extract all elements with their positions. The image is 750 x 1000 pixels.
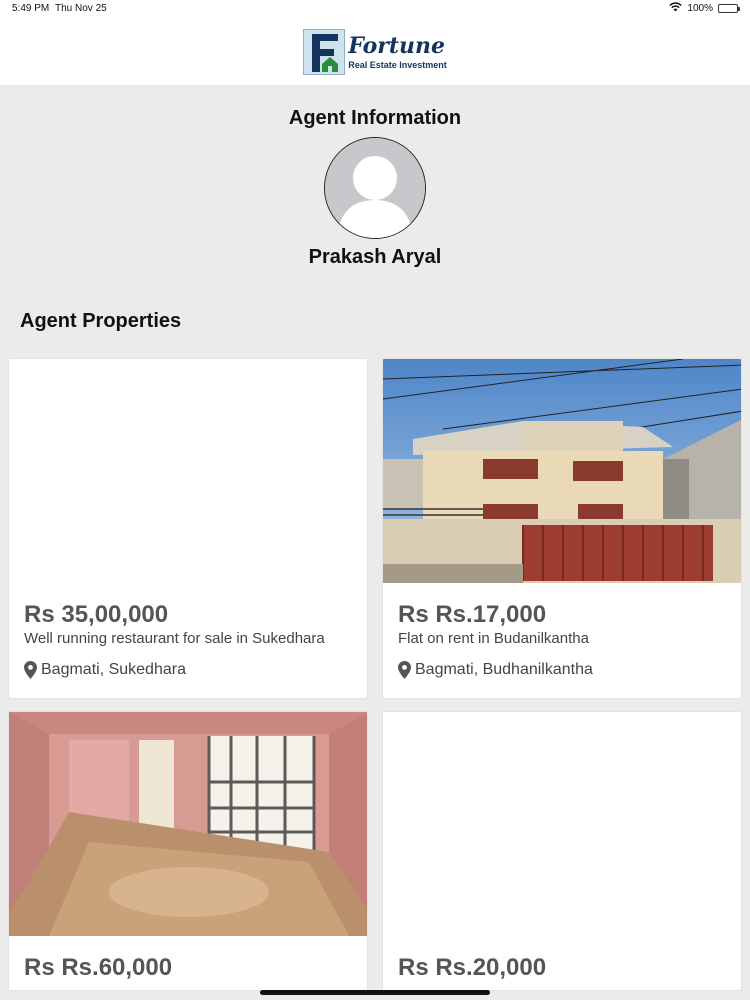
property-house-photo — [383, 359, 741, 583]
status-bar: 5:49 PM Thu Nov 25 100% — [0, 0, 750, 18]
brand-tagline: Real Estate Investment — [348, 59, 447, 70]
status-right: 100% — [669, 2, 740, 15]
app-header: Fortune Real Estate Investment — [0, 18, 750, 85]
status-date: Thu Nov 25 — [55, 3, 107, 14]
property-card[interactable]: Rs Rs.17,000 Flat on rent in Budanilkant… — [382, 358, 742, 699]
logo-mark-icon — [303, 28, 346, 75]
property-price: Rs Rs.20,000 — [398, 954, 547, 981]
property-card[interactable]: Rs 35,00,000 Well running restaurant for… — [8, 358, 368, 699]
property-price: Rs Rs.60,000 — [24, 954, 173, 981]
status-time: 5:49 PM — [12, 3, 50, 14]
property-price: Rs 35,00,000 — [24, 601, 169, 628]
property-card[interactable]: Rs Rs.20,000 — [382, 711, 742, 991]
fortune-logo[interactable]: Fortune Real Estate Investment — [303, 28, 447, 75]
property-image-placeholder — [383, 712, 741, 936]
property-title: Flat on rent in Budanilkantha — [398, 630, 589, 647]
wifi-icon — [669, 2, 683, 15]
property-location: Bagmati, Sukedhara — [24, 661, 186, 679]
location-pin-icon — [24, 661, 37, 679]
agent-information-heading: Agent Information — [288, 107, 462, 129]
property-location-text: Bagmati, Sukedhara — [41, 661, 186, 678]
agent-properties-heading: Agent Properties — [20, 310, 182, 332]
property-card[interactable]: Rs Rs.60,000 — [8, 711, 368, 991]
brand-name: Fortune — [348, 32, 446, 59]
property-location-text: Bagmati, Budhanilkantha — [415, 661, 593, 678]
property-image-placeholder — [9, 359, 367, 583]
battery-percentage: 100% — [687, 3, 713, 14]
property-room-photo — [9, 712, 367, 936]
property-location: Bagmati, Budhanilkantha — [398, 661, 593, 679]
agent-name: Prakash Aryal — [308, 246, 442, 268]
battery-icon — [718, 4, 740, 13]
location-pin-icon — [398, 661, 411, 679]
property-price: Rs Rs.17,000 — [398, 601, 547, 628]
home-indicator[interactable] — [260, 990, 490, 995]
property-title: Well running restaurant for sale in Suke… — [24, 630, 325, 647]
person-placeholder-icon — [325, 138, 425, 238]
agent-avatar — [324, 137, 426, 239]
